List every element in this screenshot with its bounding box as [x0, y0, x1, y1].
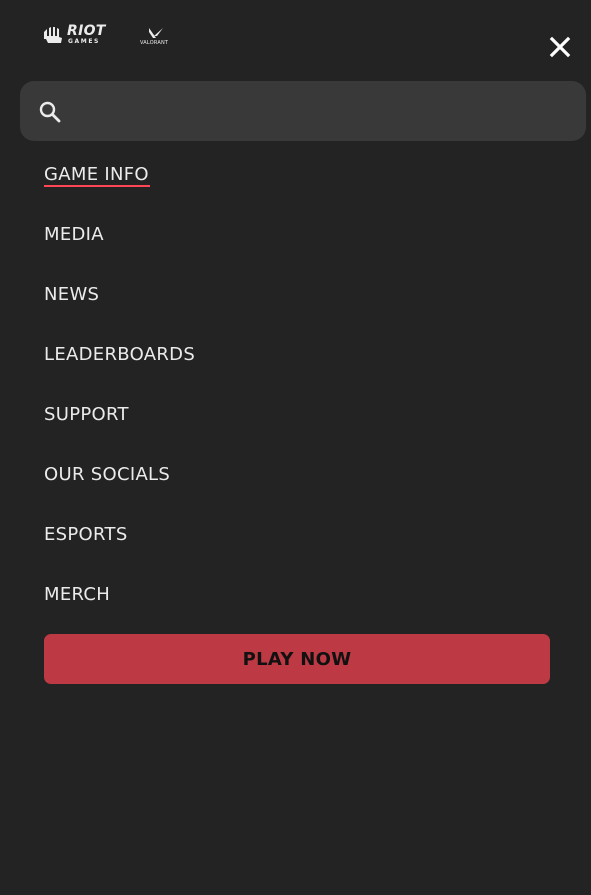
nav-item-support[interactable]: SUPPORT [44, 385, 444, 445]
mobile-menu: RIOT GAMES VALORANT GAME INFO MEDIA NEWS… [0, 0, 591, 895]
valorant-wordmark: VALORANT [140, 40, 169, 46]
play-now-button[interactable]: PLAY NOW [44, 634, 550, 684]
nav-item-our-socials[interactable]: OUR SOCIALS [44, 445, 444, 505]
nav-item-leaderboards[interactable]: LEADERBOARDS [44, 325, 444, 385]
nav-item-label: OUR SOCIALS [44, 464, 171, 485]
search-bar [20, 81, 586, 141]
nav-item-merch[interactable]: MERCH [44, 565, 444, 625]
search-input[interactable] [76, 81, 576, 141]
riot-games-logo[interactable]: RIOT GAMES [43, 23, 109, 47]
search-icon[interactable] [38, 100, 62, 124]
valorant-v-icon [149, 28, 163, 38]
nav-item-label: NEWS [44, 284, 100, 305]
valorant-logo[interactable]: VALORANT [140, 26, 172, 48]
nav-item-label: MEDIA [44, 224, 104, 245]
nav-item-game-info[interactable]: GAME INFO [44, 145, 444, 205]
menu-header: RIOT GAMES VALORANT [0, 0, 591, 80]
riot-logo-title: RIOT [67, 23, 106, 39]
nav-item-label: GAME INFO [44, 164, 149, 185]
close-button[interactable] [545, 32, 575, 62]
nav-item-news[interactable]: NEWS [44, 265, 444, 325]
nav-item-label: SUPPORT [44, 404, 129, 425]
close-icon [549, 36, 571, 58]
nav-item-esports[interactable]: ESPORTS [44, 505, 444, 565]
nav-item-media[interactable]: MEDIA [44, 205, 444, 265]
nav-item-label: MERCH [44, 584, 111, 605]
nav-item-label: ESPORTS [44, 524, 128, 545]
riot-logo-subtitle: GAMES [68, 38, 100, 45]
active-underline [44, 185, 150, 187]
riot-fist-icon [44, 27, 62, 43]
nav-item-label: LEADERBOARDS [44, 344, 196, 365]
